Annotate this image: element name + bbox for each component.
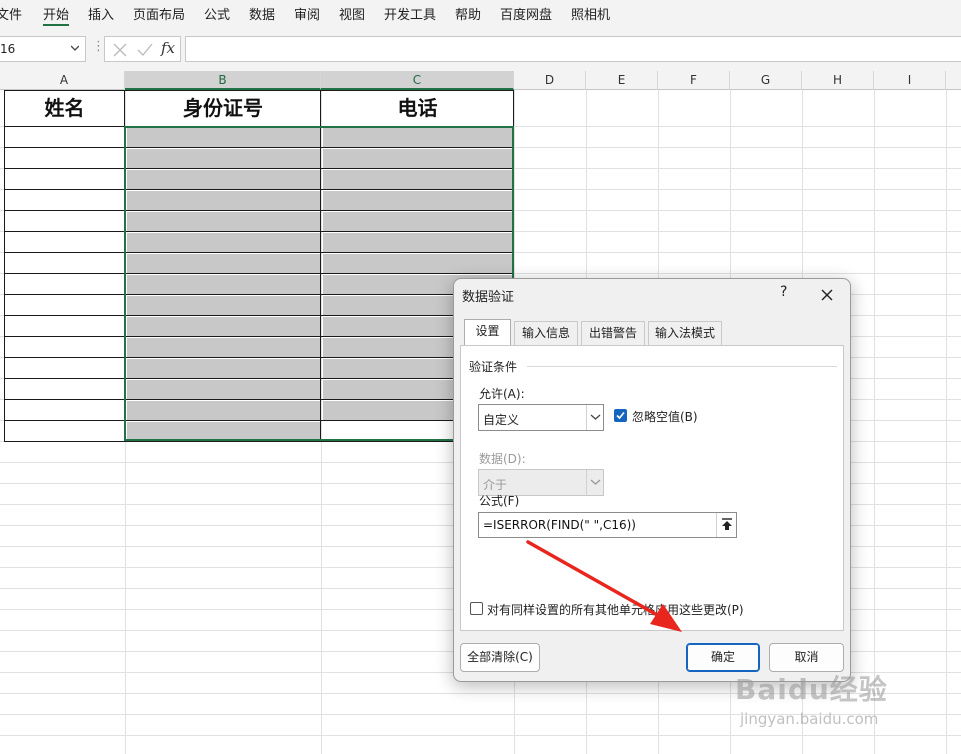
- watermark-url: jingyan.baidu.com: [740, 710, 879, 728]
- spreadsheet-window: 文件 开始 插入 页面布局 公式 数据 审阅 视图 开发工具 帮助 百度网盘 照…: [0, 0, 961, 754]
- baidu-jingyan-watermark: Baidu经验: [735, 673, 888, 706]
- annotation-arrow: [526, 540, 682, 632]
